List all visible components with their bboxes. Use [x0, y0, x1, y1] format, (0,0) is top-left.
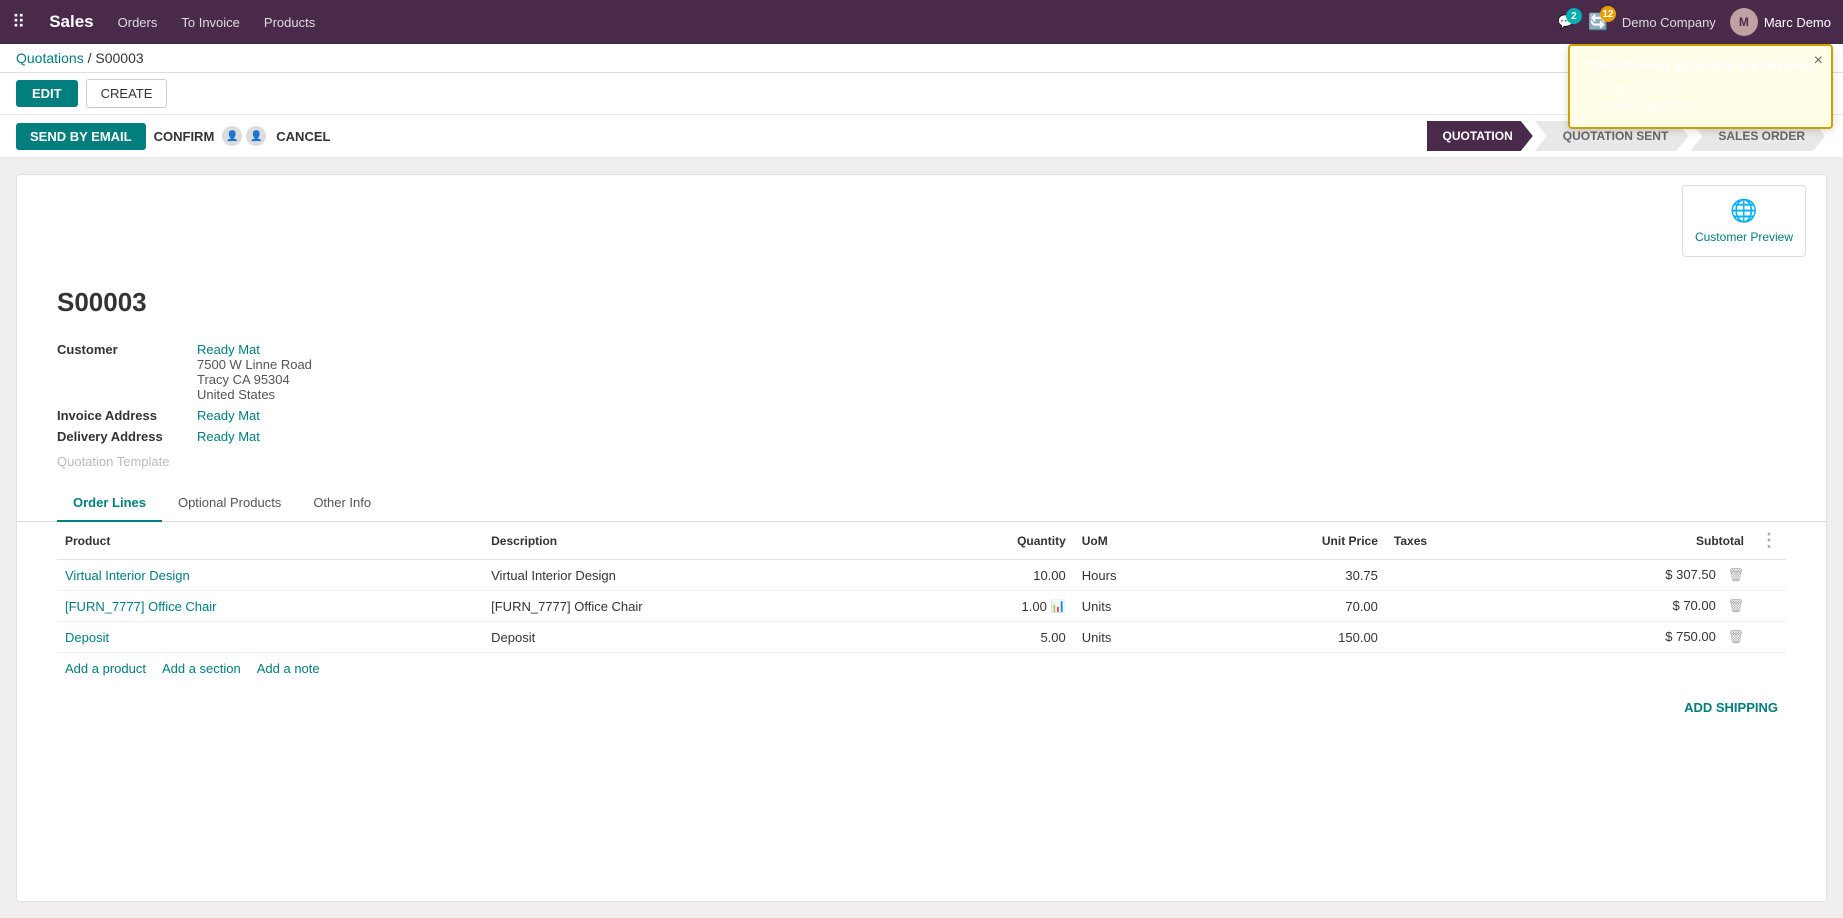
product-link-2[interactable]: [FURN_7777] Office Chair: [65, 599, 217, 614]
globe-icon: 🌐: [1730, 198, 1757, 224]
notification-title: The following approvals are missing:: [1586, 58, 1815, 73]
avatar: M: [1730, 8, 1758, 36]
delivery-address-value[interactable]: Ready Mat: [197, 429, 260, 444]
chat-icon[interactable]: 💬 2: [1558, 14, 1574, 30]
pipeline-step-quotation[interactable]: QUOTATION: [1427, 121, 1533, 151]
product-link-1[interactable]: Virtual Interior Design: [65, 568, 190, 583]
delete-row-2-icon[interactable]: 🗑: [1727, 598, 1744, 613]
status-bar: SEND BY EMAIL CONFIRM 👤 👤 CANCEL QUOTATI…: [0, 115, 1843, 158]
qty-3[interactable]: 5.00: [909, 622, 1074, 653]
approval-item-2: second aproval: [1604, 98, 1815, 113]
add-section-link[interactable]: Add a section: [162, 661, 241, 676]
table-row: Deposit Deposit 5.00 Units 150.00 $ 750.…: [57, 622, 1786, 653]
quotation-template-label[interactable]: Quotation Template: [57, 454, 170, 469]
invoice-address-label: Invoice Address: [57, 408, 197, 423]
taxes-2: [1386, 591, 1511, 622]
subtotal-3: $ 750.00 🗑: [1511, 622, 1752, 653]
avatar-2: 👤: [244, 124, 268, 148]
subtotal-2: $ 70.00 🗑: [1511, 591, 1752, 622]
document-header: S00003 Customer Ready Mat 7500 W Linne R…: [17, 257, 1826, 485]
address-line1: 7500 W Linne Road: [197, 357, 312, 372]
address-line2: Tracy CA 95304: [197, 372, 312, 387]
cancel-button[interactable]: CANCEL: [276, 129, 330, 144]
nav-to-invoice[interactable]: To Invoice: [181, 15, 240, 30]
customer-preview-button[interactable]: 🌐 Customer Preview: [1682, 185, 1806, 257]
nav-orders[interactable]: Orders: [118, 15, 158, 30]
updates-icon[interactable]: 🔄 12: [1588, 12, 1608, 32]
confirm-avatars: 👤 👤: [220, 124, 268, 148]
forecast-icon[interactable]: 📊: [1051, 599, 1066, 613]
tab-order-lines[interactable]: Order Lines: [57, 485, 162, 522]
apps-icon[interactable]: ⠿: [12, 12, 25, 33]
confirm-button[interactable]: CONFIRM 👤 👤: [154, 124, 269, 148]
main-content: 🌐 Customer Preview S00003 Customer Ready…: [0, 158, 1843, 918]
col-subtotal: Subtotal: [1511, 522, 1752, 560]
uom-2: Units: [1074, 591, 1203, 622]
user-menu[interactable]: M Marc Demo: [1730, 8, 1831, 36]
col-unit-price: Unit Price: [1203, 522, 1386, 560]
delete-row-3-icon[interactable]: 🗑: [1727, 629, 1744, 644]
tabs: Order Lines Optional Products Other Info: [17, 485, 1826, 522]
desc-3: Deposit: [483, 622, 909, 653]
price-3[interactable]: 150.00: [1203, 622, 1386, 653]
breadcrumb-current: S00003: [95, 50, 143, 66]
breadcrumb: Quotations / S00003: [16, 50, 144, 66]
desc-2: [FURN_7777] Office Chair: [483, 591, 909, 622]
subtotal-1: $ 307.50 🗑: [1511, 560, 1752, 591]
uom-1: Hours: [1074, 560, 1203, 591]
price-2[interactable]: 70.00: [1203, 591, 1386, 622]
table-row: Virtual Interior Design Virtual Interior…: [57, 560, 1786, 591]
delivery-address-label: Delivery Address: [57, 429, 197, 444]
invoice-address-value[interactable]: Ready Mat: [197, 408, 260, 423]
close-notification-button[interactable]: ×: [1814, 52, 1823, 70]
qty-2[interactable]: 1.00 📊: [909, 591, 1074, 622]
col-taxes: Taxes: [1386, 522, 1511, 560]
create-button[interactable]: CREATE: [86, 79, 168, 108]
taxes-3: [1386, 622, 1511, 653]
delete-row-1-icon[interactable]: 🗑: [1727, 567, 1744, 582]
edit-button[interactable]: EDIT: [16, 80, 78, 107]
col-product: Product: [57, 522, 483, 560]
col-description: Description: [483, 522, 909, 560]
approval-item-1: first approval: [1604, 81, 1815, 96]
notification-list: first approval second aproval: [1586, 81, 1815, 113]
user-name: Marc Demo: [1764, 15, 1831, 30]
nav-products[interactable]: Products: [264, 15, 315, 30]
company-name: Demo Company: [1622, 15, 1716, 30]
breadcrumb-bar: Quotations / S00003: [0, 44, 1843, 73]
customer-value[interactable]: Ready Mat: [197, 342, 312, 357]
qty-1[interactable]: 10.00: [909, 560, 1074, 591]
send-email-button[interactable]: SEND BY EMAIL: [16, 123, 146, 150]
customer-label: Customer: [57, 342, 197, 357]
top-nav: ⠿ Sales Orders To Invoice Products 💬 2 🔄…: [0, 0, 1843, 44]
tab-optional-products[interactable]: Optional Products: [162, 485, 297, 522]
breadcrumb-parent[interactable]: Quotations: [16, 50, 84, 66]
avatar-1: 👤: [220, 124, 244, 148]
table-row: [FURN_7777] Office Chair [FURN_7777] Off…: [57, 591, 1786, 622]
uom-3: Units: [1074, 622, 1203, 653]
order-lines-table: Product Description Quantity UoM Unit Pr…: [17, 522, 1826, 653]
brand-logo: Sales: [49, 12, 93, 32]
product-link-3[interactable]: Deposit: [65, 630, 109, 645]
address-line3: United States: [197, 387, 312, 402]
column-options-icon[interactable]: ⋮: [1760, 530, 1778, 550]
tab-other-info[interactable]: Other Info: [297, 485, 387, 522]
add-shipping-row: ADD SHIPPING: [17, 692, 1826, 723]
add-product-link[interactable]: Add a product: [65, 661, 146, 676]
action-bar: EDIT CREATE 🖨 Print ⚙ Action: [0, 73, 1843, 115]
document-number: S00003: [57, 287, 1786, 318]
col-uom: UoM: [1074, 522, 1203, 560]
price-1[interactable]: 30.75: [1203, 560, 1386, 591]
approval-notification: × The following approvals are missing: f…: [1568, 44, 1833, 129]
desc-1: Virtual Interior Design: [483, 560, 909, 591]
add-note-link[interactable]: Add a note: [257, 661, 320, 676]
add-links-row: Add a product Add a section Add a note: [17, 653, 1826, 692]
col-quantity: Quantity: [909, 522, 1074, 560]
taxes-1: [1386, 560, 1511, 591]
col-actions: ⋮: [1752, 522, 1786, 560]
add-shipping-button[interactable]: ADD SHIPPING: [1684, 700, 1778, 715]
document-panel: 🌐 Customer Preview S00003 Customer Ready…: [16, 174, 1827, 902]
